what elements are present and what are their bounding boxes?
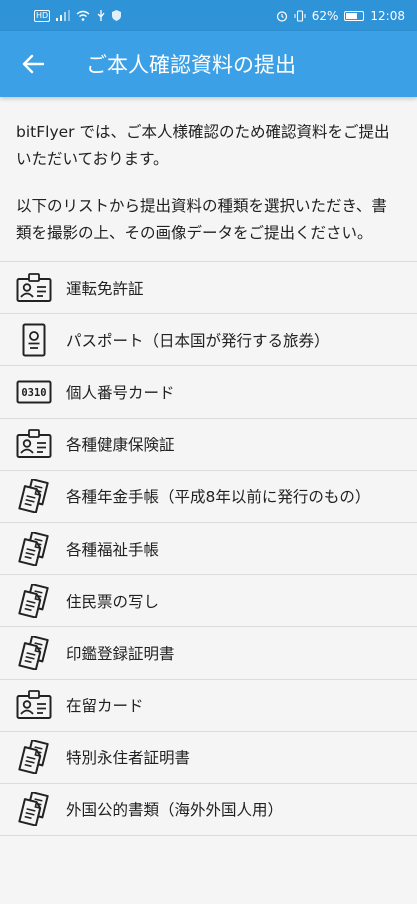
document-label: 印鑑登録証明書 (66, 644, 175, 663)
id-card-icon (0, 429, 66, 459)
vibrate-icon (294, 9, 306, 22)
id-card-icon (0, 272, 66, 303)
id-card-icon (0, 690, 66, 720)
document-label: 運転免許証 (66, 279, 144, 298)
document-label: 外国公的書類（海外外国人用） (66, 801, 284, 820)
documents-icon (0, 531, 66, 566)
status-icons-right: 62% 12:08 (276, 9, 405, 23)
status-bar: HD 62% 12:08 (0, 0, 417, 31)
svg-text:0310: 0310 (21, 387, 46, 399)
app-bar: ご本人確認資料の提出 (0, 31, 417, 97)
document-label: 各種健康保険証 (66, 436, 175, 455)
document-label: 各種福祉手帳 (66, 540, 160, 559)
document-type-list: 運転免許証 パスポート（日本国が発行する旅券） 0310 個人番号カード 各種健… (0, 261, 417, 837)
intro-text: bitFlyer では、ご本人様確認のため確認資料をご提出いただいております。 … (0, 97, 417, 261)
arrow-left-icon (22, 54, 44, 74)
status-icons-left: HD (34, 9, 122, 22)
document-item[interactable]: 在留カード (0, 679, 417, 732)
battery-icon (344, 10, 365, 21)
shield-icon (112, 10, 122, 21)
alarm-icon (276, 10, 287, 22)
document-item[interactable]: 各種年金手帳（平成8年以前に発行のもの） (0, 470, 417, 523)
page-title: ご本人確認資料の提出 (86, 53, 296, 77)
documents-icon (0, 740, 66, 775)
documents-icon (0, 792, 66, 827)
document-item[interactable]: パスポート（日本国が発行する旅券） (0, 314, 417, 367)
document-item[interactable]: 運転免許証 (0, 262, 417, 315)
document-item[interactable]: 外国公的書類（海外外国人用） (0, 783, 417, 837)
document-label: 各種年金手帳（平成8年以前に発行のもの） (66, 488, 371, 507)
document-item[interactable]: 住民票の写し (0, 575, 417, 628)
hd-icon: HD (34, 9, 51, 22)
document-label: パスポート（日本国が発行する旅券） (66, 331, 330, 350)
back-button[interactable] (0, 31, 66, 97)
document-item[interactable]: 0310 個人番号カード (0, 366, 417, 419)
signal-icon (56, 10, 71, 21)
document-item[interactable]: 各種健康保険証 (0, 418, 417, 471)
document-item[interactable]: 特別永住者証明書 (0, 731, 417, 784)
document-label: 個人番号カード (66, 383, 175, 402)
documents-icon (0, 479, 66, 514)
document-item[interactable]: 各種福祉手帳 (0, 522, 417, 576)
document-item[interactable]: 印鑑登録証明書 (0, 627, 417, 680)
document-label: 特別永住者証明書 (66, 749, 191, 768)
documents-icon (0, 635, 66, 670)
wifi-icon (76, 10, 90, 21)
number-card-icon: 0310 (0, 380, 66, 404)
intro-paragraph-1: bitFlyer では、ご本人様確認のため確認資料をご提出いただいております。 (16, 123, 390, 168)
document-label: 住民票の写し (66, 592, 160, 611)
usb-icon (97, 10, 105, 21)
passport-icon (0, 323, 66, 357)
clock: 12:08 (370, 8, 405, 23)
battery-percent: 62% (311, 8, 339, 23)
intro-paragraph-2: 以下のリストから提出資料の種類を選択いただき、書類を撮影の上、その画像データをご… (16, 197, 387, 242)
documents-icon (0, 583, 66, 618)
document-label: 在留カード (66, 697, 144, 716)
